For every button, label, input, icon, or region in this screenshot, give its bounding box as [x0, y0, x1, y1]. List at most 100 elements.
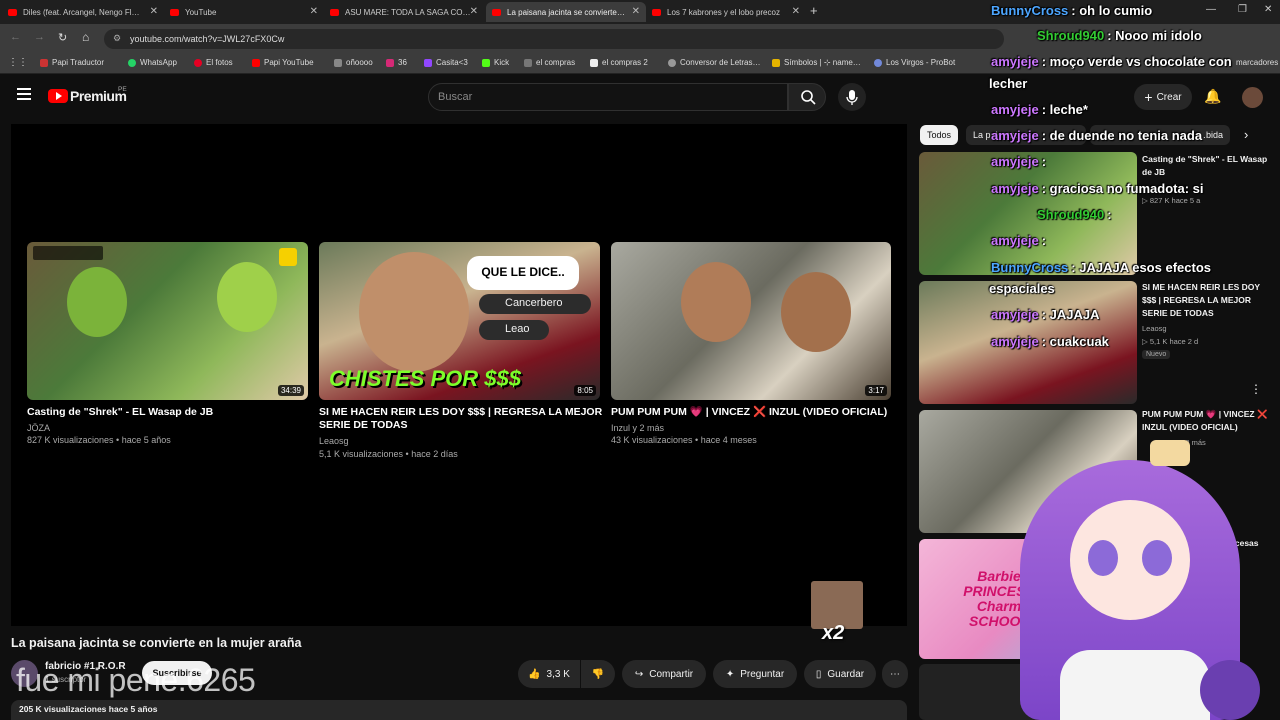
chat-username: Shroud940 [1037, 28, 1105, 43]
tab-youtube[interactable]: YouTube ✕ [164, 2, 324, 22]
avatar-shirt [1060, 650, 1210, 720]
thumbnail-banner-text: CHISTES POR $$$ [329, 366, 521, 391]
bookmark-item[interactable]: Kick [482, 58, 509, 67]
all-bookmarks[interactable]: marcadores [1236, 58, 1278, 67]
tab-paisana-jacinta[interactable]: La paisana jacinta se convierte… ✕ [486, 2, 646, 22]
youtube-logo-icon[interactable] [48, 89, 68, 103]
channel-banner [33, 246, 103, 260]
rec-title[interactable]: Casting de "Shrek" - EL Wasap de JB [1142, 153, 1270, 179]
endscreen-card-thumbnail[interactable]: QUE LE DICE.. Cancerbero Leao CHISTES PO… [319, 242, 600, 400]
ask-button[interactable]: ✦ Preguntar [713, 660, 797, 688]
tab-7-kabrones[interactable]: Los 7 kabrones y el lobo precoz ✕ [646, 2, 806, 22]
avatar-eye [1088, 540, 1118, 576]
person-face [681, 262, 751, 342]
duration-badge: 34:39 [277, 385, 304, 396]
shrek-face [217, 262, 277, 332]
chat-text: : [1041, 154, 1047, 169]
bookmark-item[interactable]: oñoooo [334, 58, 373, 67]
description-box[interactable]: 205 K visualizaciones hace 5 años [11, 700, 907, 720]
close-icon[interactable]: ✕ [310, 6, 318, 17]
voice-search-button[interactable] [838, 83, 866, 111]
chat-text: : oh lo cumio [1071, 3, 1153, 18]
reload-icon[interactable]: ↻ [58, 31, 67, 44]
chat-text: : JAJAJA [1041, 307, 1100, 322]
thumbs-down-icon: 👎 [591, 668, 605, 680]
card-channel[interactable]: Leaosg [319, 435, 349, 448]
bookmark-item[interactable]: Símbolos | ⊹ name… [772, 58, 861, 67]
search-input[interactable]: Buscar [428, 83, 788, 111]
back-icon[interactable]: ← [10, 31, 21, 43]
avatar[interactable] [1242, 87, 1263, 108]
rec-channel[interactable]: Leaosg [1142, 323, 1167, 335]
close-icon[interactable]: ✕ [632, 6, 640, 17]
chat-message: Shroud940: Nooo mi idolo [1037, 27, 1202, 44]
close-icon[interactable]: ✕ [150, 6, 158, 17]
channel-logo-icon [279, 248, 297, 266]
sparkle-icon: ✦ [725, 668, 735, 680]
new-tab-button[interactable]: + [810, 3, 818, 18]
save-button[interactable]: ▯ Guardar [804, 660, 876, 688]
chip-all[interactable]: Todos [920, 125, 959, 145]
create-button[interactable]: + Crear [1134, 84, 1192, 110]
close-icon[interactable]: ✕ [792, 6, 800, 17]
chat-text: : moço verde vs chocolate con [1041, 54, 1232, 69]
youtube-favicon-icon [652, 8, 661, 16]
youtube-favicon-icon [8, 8, 17, 16]
minimize-button[interactable]: — [1206, 4, 1216, 15]
chat-text: : [1107, 207, 1112, 222]
chat-text: : Nooo mi idolo [1107, 28, 1202, 43]
video-title: La paisana jacinta se convierte en la mu… [11, 636, 302, 650]
more-actions-button[interactable]: ⋯ [882, 660, 908, 688]
site-info-icon[interactable]: ⚙ [113, 33, 121, 44]
close-icon[interactable]: ✕ [470, 6, 478, 17]
chat-username: amyjeje [991, 128, 1039, 143]
tab-label: ASU MARE: TODA LA SAGA CO… [345, 7, 471, 17]
rec-title[interactable]: PUM PUM PUM 💗 | VINCEZ ❌ INZUL (VIDEO OF… [1142, 408, 1270, 434]
plus-icon: + [1144, 89, 1153, 105]
menu-icon[interactable] [17, 88, 31, 100]
home-icon[interactable]: ⌂ [82, 30, 89, 44]
dislike-button[interactable]: 👎 [581, 660, 615, 688]
bookmark-item[interactable]: WhatsApp [128, 58, 177, 67]
search-icon [801, 90, 816, 105]
notifications-bell-icon[interactable]: 🔔 [1204, 88, 1221, 105]
apps-grid-icon[interactable]: ⋮⋮ [8, 57, 28, 68]
chevron-right-icon[interactable]: › [1244, 127, 1248, 142]
bookmark-item[interactable]: Conversor de Letras… [668, 58, 760, 67]
close-window-button[interactable]: ✕ [1264, 4, 1272, 15]
bookmark-item[interactable]: Papi YouTube [252, 58, 314, 67]
chat-text: espaciales [989, 281, 1055, 296]
person-face [781, 272, 851, 352]
card-meta: 5,1 K visualizaciones • hace 2 días [319, 449, 458, 459]
views-meta: 205 K visualizaciones hace 5 años [19, 704, 158, 714]
chat-username: amyjeje [991, 154, 1039, 169]
tab-asu-mare[interactable]: ASU MARE: TODA LA SAGA CO… ✕ [324, 2, 484, 22]
bookmark-item[interactable]: Papi Traductor [40, 58, 104, 67]
more-vertical-icon[interactable]: ⋮ [1250, 382, 1262, 396]
forward-icon[interactable]: → [34, 31, 45, 43]
card-title[interactable]: SI ME HACEN REIR LES DOY $$$ | REGRESA L… [319, 406, 609, 432]
bookmark-item[interactable]: el compras [524, 58, 575, 67]
address-bar[interactable]: ⚙ youtube.com/watch?v=JWL27cFX0Cw [104, 29, 1004, 49]
bookmark-item[interactable]: Los Virgos - ProBot [874, 58, 955, 67]
chat-message: amyjeje: [991, 232, 1046, 249]
tab-diles[interactable]: Diles (feat. Arcangel, Nengo Fl… ✕ [2, 2, 164, 22]
bookmark-item[interactable]: Casita<3 [424, 58, 468, 67]
like-button[interactable]: 👍 3,3 K [518, 660, 580, 688]
rec-meta: ▷ 5,1 K hace 2 d [1142, 337, 1199, 346]
search-button[interactable] [788, 83, 826, 111]
chat-text: : leche* [1041, 102, 1088, 117]
bookmark-item[interactable]: El fotos [194, 58, 233, 67]
microphone-icon [846, 90, 858, 105]
endscreen-card-thumbnail[interactable]: 3:17 [611, 242, 891, 400]
stream-overlay-caption: fue mi pene.6265 [16, 662, 256, 698]
card-title[interactable]: PUM PUM PUM 💗 | VINCEZ ❌ INZUL (VIDEO OF… [611, 406, 901, 419]
maximize-button[interactable]: ❐ [1238, 4, 1247, 15]
share-button[interactable]: ↪ Compartir [622, 660, 706, 688]
bookmark-item[interactable]: 36 [386, 58, 407, 67]
card-title[interactable]: Casting de "Shrek" - EL Wasap de JB [27, 406, 308, 419]
bookmark-item[interactable]: el compras 2 [590, 58, 648, 67]
poll-option: Leao [479, 320, 549, 340]
endscreen-card-thumbnail[interactable]: 34:39 [27, 242, 308, 400]
rec-title[interactable]: SI ME HACEN REIR LES DOY $$$ | REGRESA L… [1142, 281, 1270, 320]
